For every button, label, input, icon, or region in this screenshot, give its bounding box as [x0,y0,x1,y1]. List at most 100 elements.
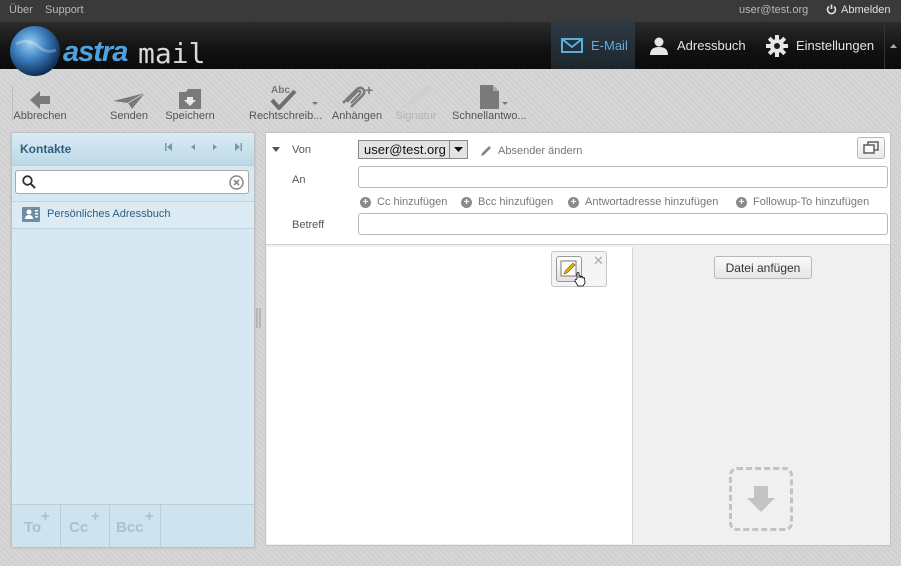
gear-icon [766,34,788,57]
about-link[interactable]: Über [9,4,33,16]
add-cc-button[interactable]: Cc + [61,505,110,547]
addressbook-icon [22,207,40,225]
add-replyto-link[interactable]: + Antwortadresse hinzufügen [568,196,718,208]
spellcheck-icon: Abc [249,82,319,110]
cancel-button[interactable]: Abbrechen [12,82,68,124]
save-tray-icon [164,82,216,110]
addressbook-label: Persönliches Adressbuch [47,208,171,220]
download-arrow-icon [747,486,775,512]
spellcheck-dropdown[interactable] [310,96,320,112]
signature-button[interactable]: Signatur [394,82,438,124]
person-icon [650,37,668,55]
search-icon [22,175,36,192]
from-select[interactable]: user@test.org [358,140,468,159]
pen-icon [394,82,438,110]
addressbook-item[interactable]: Persönliches Adressbuch [12,201,254,229]
nav-email-label: E-Mail [591,38,628,53]
save-button[interactable]: Speichern [164,82,216,124]
attach-label: Anhängen [331,110,383,122]
support-link[interactable]: Support [45,4,84,16]
change-sender-link[interactable]: Absender ändern [479,144,582,158]
astramail-logo: astra mail [8,24,218,76]
logout-label: Abmelden [841,4,891,16]
contacts-panel: Kontakte Persönliches Adressbuch To + Cc… [11,132,255,547]
caret-up-icon [890,44,897,48]
contacts-header: Kontakte [12,133,254,166]
add-cc-label: Cc [69,519,89,536]
to-label: An [292,174,306,186]
send-button[interactable]: Senden [104,82,154,124]
logout-button[interactable]: Abmelden [826,4,891,18]
send-label: Senden [110,110,148,122]
add-followup-link[interactable]: + Followup-To hinzufügen [736,196,869,208]
clear-search-icon[interactable] [229,175,244,193]
add-bcc-label: Bcc [116,519,144,536]
add-replyto-label: Antwortadresse hinzufügen [585,196,719,208]
add-to-button[interactable]: To + [12,505,61,547]
contacts-title: Kontakte [20,142,72,156]
document-icon [452,82,528,110]
next-page-icon[interactable] [210,142,220,155]
compose-area: Von user@test.org Absender ändern An + Cc… [265,132,891,546]
save-label: Speichern [165,110,215,122]
power-icon [826,4,837,18]
toolbar-divider [12,86,13,120]
add-cc-link-label: Cc hinzufügen [377,196,448,208]
nav-addressbook-label: Adressbuch [677,38,746,53]
plus-circle-icon: + [360,196,371,208]
subject-field[interactable] [358,213,888,235]
first-page-icon[interactable] [164,142,174,155]
compose-headers: Von user@test.org Absender ändern An + Cc… [266,133,890,245]
top-bar: Über Support user@test.org Abmelden [0,0,901,22]
attach-button[interactable]: + Anhängen [330,82,384,124]
signature-label: Signatur [395,110,437,122]
from-value: user@test.org [364,142,446,157]
plus-icon: + [91,508,100,525]
subject-label: Betreff [292,219,325,231]
username-label: user@test.org [739,4,809,16]
from-label: Von [292,144,311,156]
svg-text:+: + [365,84,373,98]
mail-icon [561,38,583,53]
nav-settings[interactable]: Einstellungen [766,22,874,69]
window-restore-icon [863,141,879,154]
plus-icon: + [41,508,50,525]
paper-plane-icon [104,82,154,110]
plus-circle-icon: + [736,196,747,208]
add-bcc-link-label: Bcc hinzufügen [478,196,554,208]
add-bcc-link[interactable]: + Bcc hinzufügen [461,196,553,208]
spellcheck-label: Rechtschreib... [249,110,323,122]
panel-splitter[interactable] [256,308,261,328]
add-recipient-bar: To + Cc + Bcc + [12,504,254,547]
pencil-icon [481,146,491,156]
add-to-label: To [24,519,42,536]
editor-toggle-popup: ✕ [551,251,607,287]
headers-collapse-icon[interactable] [271,143,281,157]
arrow-left-icon [12,82,68,110]
contacts-search-field[interactable] [15,170,249,194]
drop-zone[interactable] [729,467,793,531]
attach-file-button[interactable]: Datei anfügen [714,256,812,279]
add-followup-label: Followup-To hinzufügen [753,196,870,208]
nav-settings-label: Einstellungen [796,38,875,53]
caret-down-icon [312,102,318,105]
message-body-editor[interactable] [267,247,633,544]
add-cc-link[interactable]: + Cc hinzufügen [360,196,447,208]
cancel-label: Abbrechen [13,110,67,122]
spellcheck-button[interactable]: Abc Rechtschreib... [249,82,323,124]
paperclip-icon: + [330,82,384,110]
plus-circle-icon: + [461,196,472,208]
nav-email[interactable]: E-Mail [551,22,635,69]
plus-icon: + [145,508,154,525]
expand-window-button[interactable] [857,137,885,159]
add-bcc-button[interactable]: Bcc + [110,505,161,547]
quickreply-label: Schnellantwo... [452,110,527,122]
to-field[interactable] [358,166,888,188]
nav-addressbook[interactable]: Adressbuch [649,22,746,69]
svg-text:Abc: Abc [271,85,290,96]
close-icon[interactable]: ✕ [593,253,604,269]
header-collapse-button[interactable] [884,22,901,69]
prev-page-icon[interactable] [188,142,198,155]
last-page-icon[interactable] [233,142,243,155]
quickreply-button[interactable]: Schnellantwo... [452,82,528,124]
